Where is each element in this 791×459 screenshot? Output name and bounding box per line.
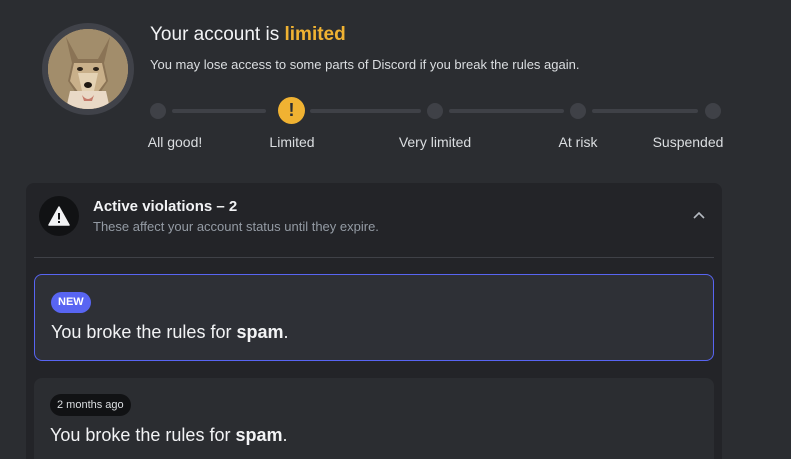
chevron-up-icon[interactable] <box>691 207 707 223</box>
account-status-subtitle: You may lose access to some parts of Dis… <box>150 57 580 72</box>
step-dot-limited-icon: ! <box>278 97 305 124</box>
step-dot-at-risk <box>570 103 586 119</box>
time-badge: 2 months ago <box>50 394 131 416</box>
step-dot-all-good <box>150 103 166 119</box>
step-label-limited: Limited <box>269 134 315 150</box>
violations-header[interactable]: Active violations – 2 These affect your … <box>26 183 722 257</box>
track-segment <box>592 109 698 113</box>
step-dot-suspended <box>705 103 721 119</box>
violations-title: Active violations – 2 <box>93 198 238 215</box>
step-label-at-risk: At risk <box>558 134 598 150</box>
violation-card[interactable]: 2 months ago You broke the rules for spa… <box>34 378 714 459</box>
step-dot-very-limited <box>427 103 443 119</box>
step-label-all-good: All good! <box>147 134 203 150</box>
track-segment <box>449 109 564 113</box>
violation-text: You broke the rules for spam. <box>51 322 289 342</box>
step-label-very-limited: Very limited <box>398 134 472 150</box>
warning-triangle-icon <box>39 196 79 236</box>
divider <box>34 257 714 258</box>
track-segment <box>310 109 421 113</box>
violations-subtitle: These affect your account status until t… <box>93 219 379 234</box>
user-avatar <box>42 23 134 115</box>
account-status-title: Your account is limited <box>150 24 346 45</box>
step-label-suspended: Suspended <box>652 134 724 150</box>
status-level: limited <box>284 24 346 45</box>
violation-text: You broke the rules for spam. <box>50 425 288 445</box>
new-badge: NEW <box>51 292 91 313</box>
avatar-image <box>48 29 128 109</box>
track-segment <box>172 109 266 113</box>
violation-card[interactable]: NEW You broke the rules for spam. <box>34 274 714 361</box>
